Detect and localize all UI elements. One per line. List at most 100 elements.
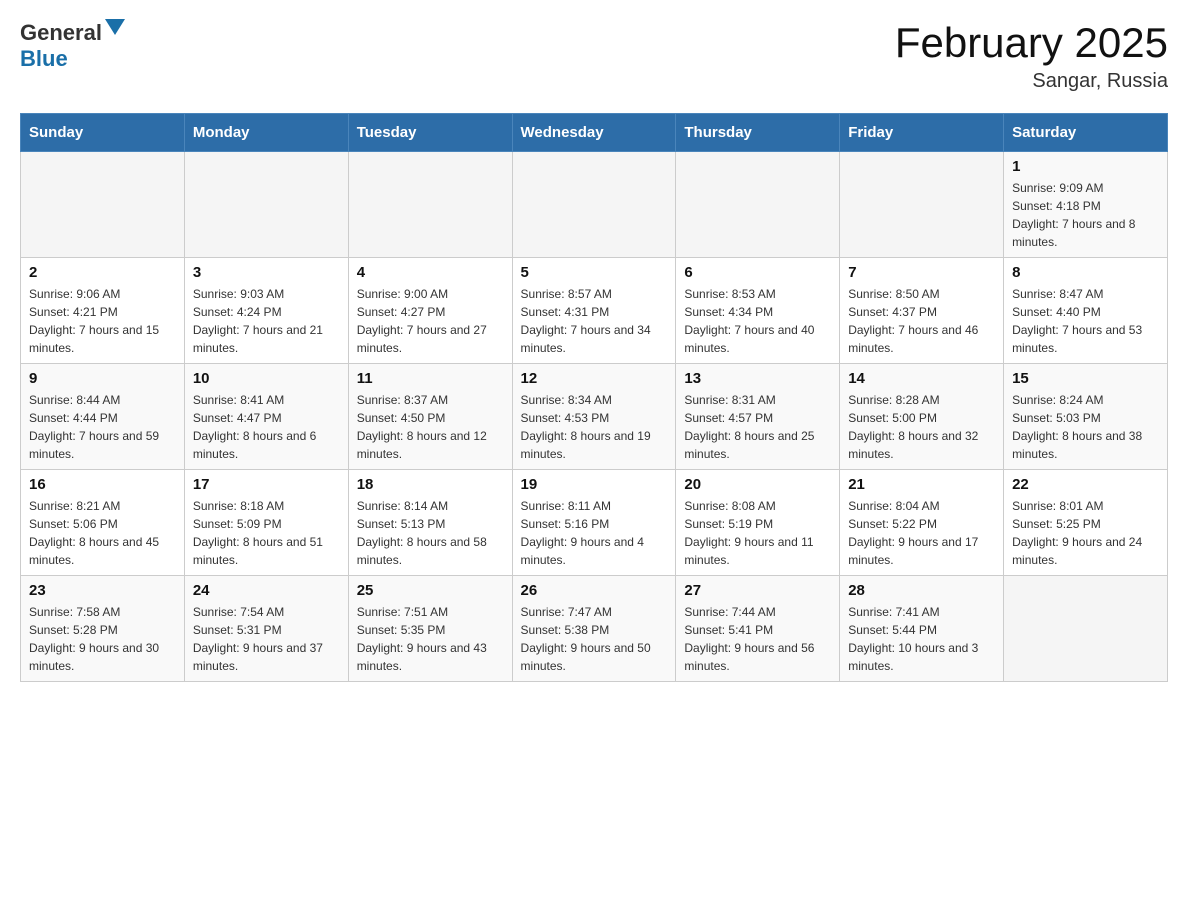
day-number: 27 [684,582,831,599]
day-number: 23 [29,582,176,599]
calendar-cell: 14 Sunrise: 8:28 AMSunset: 5:00 PMDayligh… [840,364,1004,470]
logo-blue-text: Blue [20,46,68,71]
calendar-cell: 13 Sunrise: 8:31 AMSunset: 4:57 PMDayligh… [676,364,840,470]
day-info: Sunrise: 8:47 AMSunset: 4:40 PMDaylight:… [1012,285,1159,357]
page-header: General Blue February 2025 Sangar, Russi… [20,20,1168,93]
logo: General Blue [20,20,125,72]
day-info: Sunrise: 8:08 AMSunset: 5:19 PMDaylight:… [684,497,831,569]
calendar-subtitle: Sangar, Russia [895,70,1168,93]
calendar-cell: 22 Sunrise: 8:01 AMSunset: 5:25 PMDayligh… [1004,470,1168,576]
day-number: 3 [193,264,340,281]
day-number: 26 [521,582,668,599]
calendar-cell [840,152,1004,258]
calendar-cell: 24 Sunrise: 7:54 AMSunset: 5:31 PMDayligh… [184,576,348,682]
weekday-header-row: SundayMondayTuesdayWednesdayThursdayFrid… [21,114,1168,152]
logo-triangle-icon [105,19,125,40]
day-info: Sunrise: 7:58 AMSunset: 5:28 PMDaylight:… [29,603,176,675]
calendar-cell [676,152,840,258]
day-info: Sunrise: 8:28 AMSunset: 5:00 PMDaylight:… [848,391,995,463]
day-number: 9 [29,370,176,387]
calendar-cell: 9Sunrise: 8:44 AMSunset: 4:44 PMDaylight… [21,364,185,470]
calendar-cell: 6 Sunrise: 8:53 AMSunset: 4:34 PMDaylight… [676,258,840,364]
weekday-header-sunday: Sunday [21,114,185,152]
day-number: 24 [193,582,340,599]
day-number: 14 [848,370,995,387]
day-number: 4 [357,264,504,281]
day-number: 7 [848,264,995,281]
weekday-header-saturday: Saturday [1004,114,1168,152]
day-number: 28 [848,582,995,599]
day-info: Sunrise: 8:04 AMSunset: 5:22 PMDaylight:… [848,497,995,569]
day-number: 18 [357,476,504,493]
calendar-cell: 7 Sunrise: 8:50 AMSunset: 4:37 PMDaylight… [840,258,1004,364]
week-row-2: 2 Sunrise: 9:06 AMSunset: 4:21 PMDaylight… [21,258,1168,364]
calendar-cell: 26 Sunrise: 7:47 AMSunset: 5:38 PMDayligh… [512,576,676,682]
day-info: Sunrise: 8:01 AMSunset: 5:25 PMDaylight:… [1012,497,1159,569]
calendar-cell: 4 Sunrise: 9:00 AMSunset: 4:27 PMDaylight… [348,258,512,364]
week-row-4: 16 Sunrise: 8:21 AMSunset: 5:06 PMDayligh… [21,470,1168,576]
calendar-cell: 25Sunrise: 7:51 AMSunset: 5:35 PMDayligh… [348,576,512,682]
calendar-cell: 11Sunrise: 8:37 AMSunset: 4:50 PMDayligh… [348,364,512,470]
day-number: 22 [1012,476,1159,493]
calendar-cell: 10 Sunrise: 8:41 AMSunset: 4:47 PMDayligh… [184,364,348,470]
calendar-cell: 20 Sunrise: 8:08 AMSunset: 5:19 PMDayligh… [676,470,840,576]
weekday-header-friday: Friday [840,114,1004,152]
day-info: Sunrise: 8:14 AMSunset: 5:13 PMDaylight:… [357,497,504,569]
calendar-cell: 28 Sunrise: 7:41 AMSunset: 5:44 PMDayligh… [840,576,1004,682]
day-number: 2 [29,264,176,281]
day-number: 15 [1012,370,1159,387]
calendar-cell [512,152,676,258]
week-row-5: 23 Sunrise: 7:58 AMSunset: 5:28 PMDayligh… [21,576,1168,682]
day-number: 21 [848,476,995,493]
calendar-cell: 15 Sunrise: 8:24 AMSunset: 5:03 PMDayligh… [1004,364,1168,470]
week-row-3: 9Sunrise: 8:44 AMSunset: 4:44 PMDaylight… [21,364,1168,470]
title-area: February 2025 Sangar, Russia [895,20,1168,93]
calendar-cell: 17 Sunrise: 8:18 AMSunset: 5:09 PMDayligh… [184,470,348,576]
logo-general-text: General [20,20,102,46]
day-info: Sunrise: 9:03 AMSunset: 4:24 PMDaylight:… [193,285,340,357]
day-number: 25 [357,582,504,599]
calendar-cell: 19Sunrise: 8:11 AMSunset: 5:16 PMDayligh… [512,470,676,576]
day-info: Sunrise: 8:53 AMSunset: 4:34 PMDaylight:… [684,285,831,357]
day-number: 8 [1012,264,1159,281]
weekday-header-thursday: Thursday [676,114,840,152]
day-number: 20 [684,476,831,493]
calendar-cell: 5 Sunrise: 8:57 AMSunset: 4:31 PMDaylight… [512,258,676,364]
day-info: Sunrise: 9:06 AMSunset: 4:21 PMDaylight:… [29,285,176,357]
day-number: 13 [684,370,831,387]
calendar-cell [1004,576,1168,682]
day-info: Sunrise: 8:57 AMSunset: 4:31 PMDaylight:… [521,285,668,357]
day-number: 10 [193,370,340,387]
day-info: Sunrise: 9:00 AMSunset: 4:27 PMDaylight:… [357,285,504,357]
calendar-cell: 1 Sunrise: 9:09 AMSunset: 4:18 PMDaylight… [1004,152,1168,258]
calendar-cell: 12Sunrise: 8:34 AMSunset: 4:53 PMDayligh… [512,364,676,470]
calendar-table: SundayMondayTuesdayWednesdayThursdayFrid… [20,113,1168,682]
day-number: 12 [521,370,668,387]
day-number: 5 [521,264,668,281]
day-info: Sunrise: 7:44 AMSunset: 5:41 PMDaylight:… [684,603,831,675]
weekday-header-tuesday: Tuesday [348,114,512,152]
day-info: Sunrise: 7:47 AMSunset: 5:38 PMDaylight:… [521,603,668,675]
week-row-1: 1 Sunrise: 9:09 AMSunset: 4:18 PMDaylight… [21,152,1168,258]
calendar-cell [348,152,512,258]
day-info: Sunrise: 8:41 AMSunset: 4:47 PMDaylight:… [193,391,340,463]
day-number: 6 [684,264,831,281]
calendar-cell: 3 Sunrise: 9:03 AMSunset: 4:24 PMDaylight… [184,258,348,364]
day-info: Sunrise: 9:09 AMSunset: 4:18 PMDaylight:… [1012,179,1159,251]
day-number: 1 [1012,158,1159,175]
calendar-title: February 2025 [895,20,1168,66]
calendar-body: 1 Sunrise: 9:09 AMSunset: 4:18 PMDaylight… [21,152,1168,682]
day-info: Sunrise: 8:50 AMSunset: 4:37 PMDaylight:… [848,285,995,357]
day-info: Sunrise: 8:18 AMSunset: 5:09 PMDaylight:… [193,497,340,569]
calendar-cell [21,152,185,258]
day-info: Sunrise: 7:41 AMSunset: 5:44 PMDaylight:… [848,603,995,675]
day-info: Sunrise: 8:24 AMSunset: 5:03 PMDaylight:… [1012,391,1159,463]
day-number: 17 [193,476,340,493]
day-info: Sunrise: 7:54 AMSunset: 5:31 PMDaylight:… [193,603,340,675]
calendar-cell: 21 Sunrise: 8:04 AMSunset: 5:22 PMDayligh… [840,470,1004,576]
day-number: 16 [29,476,176,493]
day-info: Sunrise: 8:21 AMSunset: 5:06 PMDaylight:… [29,497,176,569]
calendar-cell: 2 Sunrise: 9:06 AMSunset: 4:21 PMDaylight… [21,258,185,364]
day-info: Sunrise: 8:31 AMSunset: 4:57 PMDaylight:… [684,391,831,463]
calendar-cell: 27 Sunrise: 7:44 AMSunset: 5:41 PMDayligh… [676,576,840,682]
